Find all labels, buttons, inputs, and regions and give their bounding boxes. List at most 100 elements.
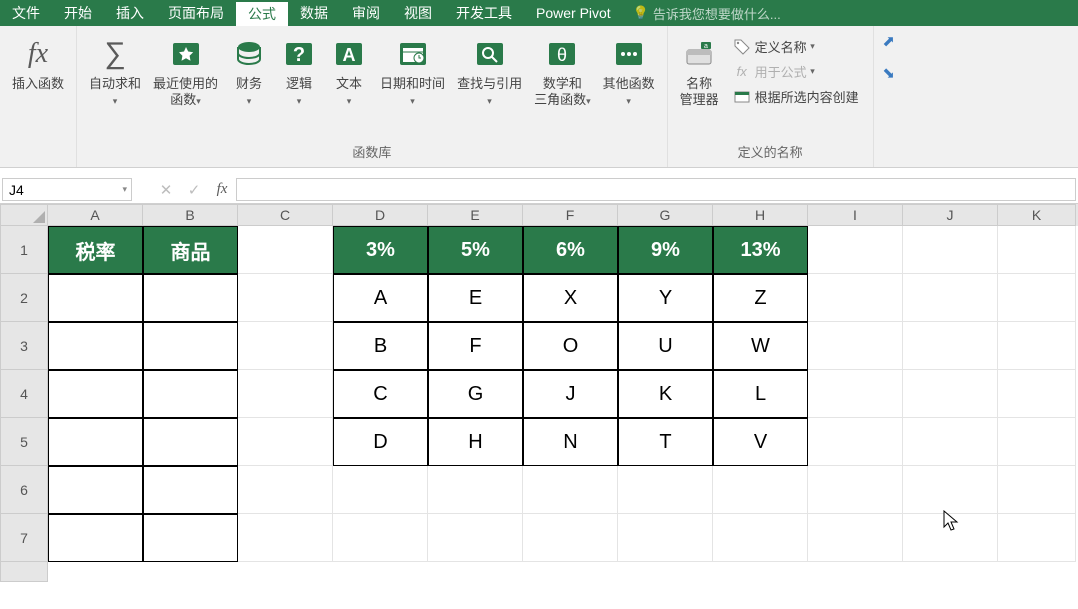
cell-K6[interactable] [998, 466, 1076, 514]
row-header-8[interactable] [0, 562, 48, 582]
cell-F1[interactable]: 6% [523, 226, 618, 274]
menu-data[interactable]: 数据 [288, 0, 340, 26]
cell-D5[interactable]: D [333, 418, 428, 466]
menu-pagelayout[interactable]: 页面布局 [156, 0, 236, 26]
cell-D3[interactable]: B [333, 322, 428, 370]
autosum-button[interactable]: ∑ 自动求和▾ [83, 30, 147, 138]
cell-C7[interactable] [238, 514, 333, 562]
row-header-6[interactable]: 6 [0, 466, 48, 514]
menu-view[interactable]: 视图 [392, 0, 444, 26]
cell-C2[interactable] [238, 274, 333, 322]
menu-home[interactable]: 开始 [52, 0, 104, 26]
cell-H1[interactable]: 13% [713, 226, 808, 274]
cell-G1[interactable]: 9% [618, 226, 713, 274]
cell-G6[interactable] [618, 466, 713, 514]
cell-A1[interactable]: 税率 [48, 226, 143, 274]
cell-D4[interactable]: C [333, 370, 428, 418]
cell-B2[interactable] [143, 274, 238, 322]
trace-dependents-icon[interactable]: ⬊ [882, 64, 895, 82]
cell-C5[interactable] [238, 418, 333, 466]
formula-input[interactable] [243, 182, 1069, 198]
cell-J5[interactable] [903, 418, 998, 466]
cell-J4[interactable] [903, 370, 998, 418]
cell-J6[interactable] [903, 466, 998, 514]
text-button[interactable]: A 文本▾ [324, 30, 374, 138]
cell-I1[interactable] [808, 226, 903, 274]
use-in-formula-button[interactable]: fx 用于公式 ▾ [729, 59, 863, 84]
cell-A3[interactable] [48, 322, 143, 370]
cell-F5[interactable]: N [523, 418, 618, 466]
cell-B3[interactable] [143, 322, 238, 370]
col-header-E[interactable]: E [428, 204, 523, 226]
cell-I6[interactable] [808, 466, 903, 514]
cell-I7[interactable] [808, 514, 903, 562]
col-header-G[interactable]: G [618, 204, 713, 226]
cell-H4[interactable]: L [713, 370, 808, 418]
cell-G2[interactable]: Y [618, 274, 713, 322]
cell-D1[interactable]: 3% [333, 226, 428, 274]
cell-H7[interactable] [713, 514, 808, 562]
cell-J1[interactable] [903, 226, 998, 274]
col-header-I[interactable]: I [808, 204, 903, 226]
logical-button[interactable]: ? 逻辑▾ [274, 30, 324, 138]
cell-J3[interactable] [903, 322, 998, 370]
row-header-1[interactable]: 1 [0, 226, 48, 274]
cell-E7[interactable] [428, 514, 523, 562]
cell-A6[interactable] [48, 466, 143, 514]
cell-C6[interactable] [238, 466, 333, 514]
tell-me-search[interactable]: 💡 告诉我您想要做什么... [633, 0, 781, 26]
cell-B4[interactable] [143, 370, 238, 418]
other-functions-button[interactable]: 其他函数▾ [597, 30, 661, 138]
row-header-2[interactable]: 2 [0, 274, 48, 322]
define-name-button[interactable]: 定义名称 ▾ [729, 34, 863, 59]
col-header-K[interactable]: K [998, 204, 1076, 226]
menu-review[interactable]: 审阅 [340, 0, 392, 26]
cell-A4[interactable] [48, 370, 143, 418]
cell-E2[interactable]: E [428, 274, 523, 322]
lookup-button[interactable]: 查找与引用▾ [451, 30, 528, 138]
menu-devtools[interactable]: 开发工具 [444, 0, 524, 26]
cell-K5[interactable] [998, 418, 1076, 466]
cell-G5[interactable]: T [618, 418, 713, 466]
cell-I5[interactable] [808, 418, 903, 466]
cell-F7[interactable] [523, 514, 618, 562]
cell-H2[interactable]: Z [713, 274, 808, 322]
create-from-selection-button[interactable]: 根据所选内容创建 [729, 84, 863, 109]
cell-H3[interactable]: W [713, 322, 808, 370]
cell-C4[interactable] [238, 370, 333, 418]
col-header-H[interactable]: H [713, 204, 808, 226]
row-header-7[interactable]: 7 [0, 514, 48, 562]
cell-C3[interactable] [238, 322, 333, 370]
name-box[interactable]: J4 ▾ [2, 178, 132, 201]
cell-D7[interactable] [333, 514, 428, 562]
row-header-5[interactable]: 5 [0, 418, 48, 466]
cell-J7[interactable] [903, 514, 998, 562]
cell-I4[interactable] [808, 370, 903, 418]
cell-B5[interactable] [143, 418, 238, 466]
cell-B7[interactable] [143, 514, 238, 562]
cell-F4[interactable]: J [523, 370, 618, 418]
financial-button[interactable]: 财务▾ [224, 30, 274, 138]
select-all-corner[interactable] [0, 204, 48, 226]
cell-K1[interactable] [998, 226, 1076, 274]
menu-insert[interactable]: 插入 [104, 0, 156, 26]
cell-G4[interactable]: K [618, 370, 713, 418]
insert-function-button[interactable]: fx 插入函数 [6, 30, 70, 142]
col-header-A[interactable]: A [48, 204, 143, 226]
cell-F6[interactable] [523, 466, 618, 514]
cell-H6[interactable] [713, 466, 808, 514]
row-header-3[interactable]: 3 [0, 322, 48, 370]
cells-area[interactable]: 税率 商品 3% 5% 6% 9% 13% A E X Y [48, 226, 1078, 582]
cancel-formula-button[interactable]: ✕ [152, 176, 180, 203]
menu-powerpivot[interactable]: Power Pivot [524, 0, 623, 26]
col-header-C[interactable]: C [238, 204, 333, 226]
cell-F2[interactable]: X [523, 274, 618, 322]
cell-I2[interactable] [808, 274, 903, 322]
insert-function-fb-button[interactable]: fx [208, 176, 236, 203]
cell-D6[interactable] [333, 466, 428, 514]
cell-B6[interactable] [143, 466, 238, 514]
row-header-4[interactable]: 4 [0, 370, 48, 418]
cell-G7[interactable] [618, 514, 713, 562]
datetime-button[interactable]: 日期和时间▾ [374, 30, 451, 138]
cell-G3[interactable]: U [618, 322, 713, 370]
